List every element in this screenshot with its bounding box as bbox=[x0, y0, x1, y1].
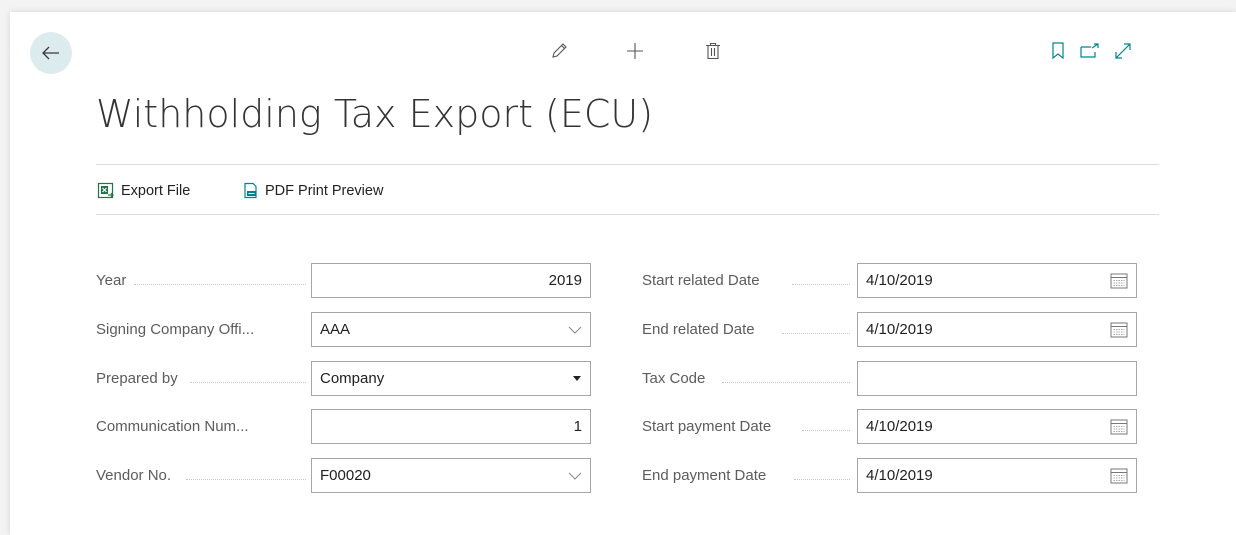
chevron-down-icon bbox=[568, 472, 582, 480]
back-button[interactable] bbox=[30, 32, 72, 74]
start-payment-date-value: 4/10/2019 bbox=[866, 418, 933, 435]
edit-pencil-icon bbox=[552, 43, 567, 58]
start-payment-date-label: Start payment Date bbox=[642, 417, 772, 435]
open-new-window-icon bbox=[1080, 43, 1099, 58]
signing-company-officer-dropdown[interactable] bbox=[568, 313, 582, 346]
vendor-no-dropdown[interactable] bbox=[568, 459, 582, 492]
label-leader bbox=[782, 333, 850, 335]
excel-export-icon bbox=[97, 182, 114, 199]
end-related-date-label: End related Date bbox=[642, 320, 755, 338]
end-payment-date-value: 4/10/2019 bbox=[866, 467, 933, 484]
start-related-date-label: Start related Date bbox=[642, 271, 760, 289]
vendor-no-input[interactable]: F00020 bbox=[311, 458, 591, 493]
signing-company-officer-input[interactable]: AAA bbox=[311, 312, 591, 347]
end-related-date-picker[interactable] bbox=[1110, 313, 1128, 346]
signing-company-officer-value: AAA bbox=[320, 321, 351, 338]
divider bbox=[96, 164, 1159, 165]
start-related-date-value: 4/10/2019 bbox=[866, 272, 933, 289]
communication-number-value: 1 bbox=[573, 418, 582, 435]
year-label: Year bbox=[96, 271, 127, 289]
tax-code-input[interactable] bbox=[857, 361, 1137, 396]
year-input[interactable]: 2019 bbox=[311, 263, 591, 298]
bookmark-icon bbox=[1052, 42, 1064, 60]
communication-number-label: Communication Num... bbox=[96, 417, 249, 435]
start-related-date-picker[interactable] bbox=[1110, 264, 1128, 297]
pdf-print-preview-label: PDF Print Preview bbox=[265, 182, 384, 199]
pdf-print-preview-action[interactable]: PDF Print Preview bbox=[242, 182, 383, 199]
expand-button[interactable] bbox=[1110, 38, 1136, 64]
prepared-by-dropdown[interactable] bbox=[572, 362, 582, 395]
end-payment-date-label: End payment Date bbox=[642, 466, 767, 484]
tax-code-label: Tax Code bbox=[642, 369, 706, 387]
back-arrow-icon bbox=[42, 46, 59, 60]
label-leader bbox=[792, 284, 850, 286]
label-leader bbox=[190, 382, 306, 384]
calendar-icon bbox=[1110, 322, 1128, 337]
caret-down-icon bbox=[573, 376, 581, 381]
divider bbox=[96, 214, 1159, 215]
export-file-label: Export File bbox=[121, 183, 191, 199]
prepared-by-label: Prepared by bbox=[96, 369, 178, 387]
start-payment-date-input[interactable]: 4/10/2019 bbox=[857, 409, 1137, 444]
calendar-icon bbox=[1110, 273, 1128, 288]
year-value: 2019 bbox=[548, 272, 582, 289]
label-leader bbox=[802, 430, 850, 432]
prepared-by-value: Company bbox=[320, 370, 385, 387]
page-title: Withholding Tax Export (ECU) bbox=[96, 92, 654, 136]
new-button[interactable] bbox=[622, 38, 648, 64]
edit-button[interactable] bbox=[546, 38, 572, 64]
end-related-date-value: 4/10/2019 bbox=[866, 321, 933, 338]
bookmark-button[interactable] bbox=[1045, 38, 1071, 64]
signing-company-officer-label: Signing Company Offi... bbox=[96, 320, 255, 338]
calendar-icon bbox=[1110, 468, 1128, 483]
label-leader bbox=[722, 382, 850, 384]
end-payment-date-input[interactable]: 4/10/2019 bbox=[857, 458, 1137, 493]
expand-icon bbox=[1115, 43, 1131, 59]
print-preview-icon bbox=[244, 182, 257, 199]
communication-number-input[interactable]: 1 bbox=[311, 409, 591, 444]
prepared-by-select[interactable]: Company bbox=[311, 361, 591, 396]
vendor-no-label: Vendor No. bbox=[96, 466, 172, 484]
vendor-no-value: F00020 bbox=[320, 467, 371, 484]
end-related-date-input[interactable]: 4/10/2019 bbox=[857, 312, 1137, 347]
delete-button[interactable] bbox=[700, 38, 726, 64]
export-file-action[interactable]: Export File bbox=[97, 182, 190, 200]
start-payment-date-picker[interactable] bbox=[1110, 410, 1128, 443]
chevron-down-icon bbox=[568, 326, 582, 334]
open-new-window-button[interactable] bbox=[1077, 38, 1103, 64]
plus-icon bbox=[627, 43, 643, 59]
page-card: Withholding Tax Export (ECU) Export File… bbox=[10, 12, 1236, 535]
end-payment-date-picker[interactable] bbox=[1110, 459, 1128, 492]
trash-icon bbox=[706, 42, 720, 60]
start-related-date-input[interactable]: 4/10/2019 bbox=[857, 263, 1137, 298]
calendar-icon bbox=[1110, 419, 1128, 434]
label-leader bbox=[134, 284, 306, 286]
label-leader bbox=[794, 479, 850, 481]
label-leader bbox=[186, 479, 306, 481]
